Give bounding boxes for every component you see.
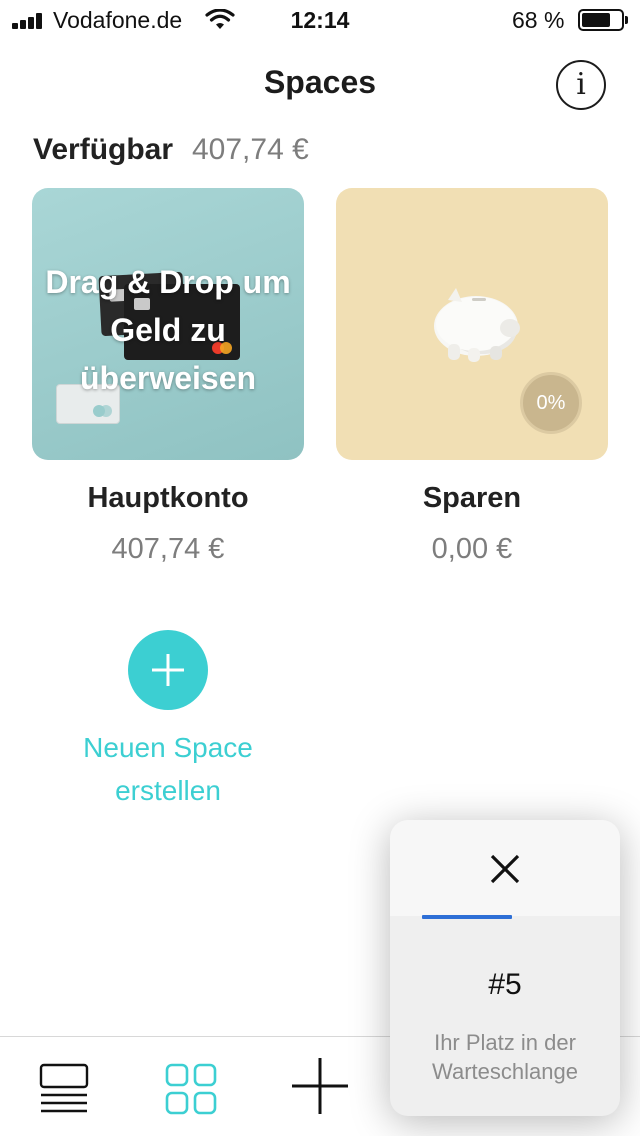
savings-percent-badge: 0% [520, 372, 582, 434]
battery-percent: 68 % [512, 7, 565, 33]
space-amount-sparen: 0,00 € [431, 533, 513, 565]
add-space-label[interactable]: Neuen Space erstellen [68, 726, 268, 812]
space-amount-hauptkonto: 407,74 € [111, 533, 225, 565]
spaces-grid-icon[interactable] [164, 1062, 218, 1116]
space-card-hauptkonto[interactable]: Drag & Drop um Geld zu überweisen [32, 188, 304, 460]
space-name-sparen: Sparen [422, 482, 522, 514]
available-balance-amount: 407,74 € [192, 133, 309, 166]
drag-drop-hint: Drag & Drop um Geld zu überweisen [45, 264, 291, 396]
space-card-sparen[interactable]: 0% [336, 188, 608, 460]
plus-icon [152, 654, 184, 686]
popup-progress-indicator [422, 915, 512, 919]
waitlist-rank: #5 [488, 968, 522, 1001]
popup-header [390, 820, 620, 916]
add-space-button[interactable] [128, 630, 208, 710]
available-balance-label: Verfügbar [33, 133, 174, 166]
transactions-list-icon[interactable] [38, 1062, 90, 1114]
waitlist-popup: #5 Ihr Platz in der Warteschlange [390, 820, 620, 1116]
waitlist-text: Ihr Platz in der Warteschlange [432, 1030, 578, 1084]
close-icon[interactable] [488, 852, 522, 886]
info-button[interactable]: i [556, 60, 606, 110]
piggy-bank-image [434, 288, 520, 362]
plus-icon[interactable] [290, 1056, 350, 1116]
battery-icon [578, 9, 628, 31]
status-bar: Vodafone.de 12:14 68 % [0, 0, 640, 40]
page-title: Spaces [263, 64, 377, 100]
space-name-hauptkonto: Hauptkonto [87, 482, 249, 514]
